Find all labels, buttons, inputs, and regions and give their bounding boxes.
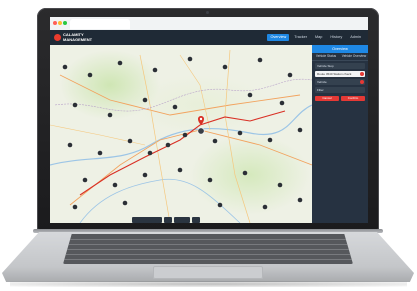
vehicle-marker-icon[interactable] [297,127,303,133]
panel-title: Overview [312,45,368,53]
laptop-lid: CALAMITY MANAGEMENT Overview Tracker Map… [37,8,379,230]
logo-icon [54,34,61,41]
map-view[interactable] [50,45,312,223]
logo-text: CALAMITY MANAGEMENT [63,32,93,42]
panel-row-label: Filter [317,88,324,92]
vehicle-marker-icon[interactable] [247,92,253,98]
nav-item-admin[interactable]: Admin [347,34,364,41]
vehicle-marker-icon[interactable] [207,177,213,183]
vehicle-marker-icon[interactable] [62,64,68,70]
map-layer [50,49,312,223]
panel-row-label: Vehicle [317,80,327,84]
keyboard [63,234,353,264]
tab-vehicle-overview[interactable]: Vehicle Overview [340,53,368,60]
vehicle-marker-icon[interactable] [142,172,148,178]
side-panel: Overview Vehicle Status Vehicle Overview… [312,45,368,223]
vehicle-marker-icon[interactable] [237,130,243,136]
camera [206,11,209,14]
nav-item-map[interactable]: Map [312,34,325,41]
vehicle-marker-icon[interactable] [267,137,273,143]
remove-icon[interactable] [360,80,364,84]
vehicle-marker-icon[interactable] [112,182,118,188]
trackpad [153,266,263,279]
road [224,49,251,223]
vehicle-marker-icon[interactable] [152,67,158,73]
key-row [63,254,353,255]
confirm-button[interactable]: Confirm [341,96,365,101]
panel-row[interactable]: Vehicle [315,79,365,85]
vehicle-marker-icon[interactable] [222,64,228,70]
panel-actions: Cancel Confirm [315,96,365,101]
road [59,74,301,116]
panel-row[interactable]: Vehicle Stop [315,63,365,69]
vehicle-marker-icon[interactable] [277,182,283,188]
vehicle-marker-icon[interactable] [297,197,303,203]
panel-row-label: Vehicle Stop [317,64,334,68]
nav-item-history[interactable]: History [327,34,345,41]
vehicle-marker-icon[interactable] [279,100,285,106]
vehicle-marker-icon[interactable] [287,72,293,78]
vehicle-marker-icon[interactable] [72,204,78,210]
vehicle-marker-icon[interactable] [122,200,128,206]
vehicle-marker-icon[interactable] [142,97,148,103]
cancel-button[interactable]: Cancel [315,96,339,101]
vehicle-marker-icon[interactable] [107,112,113,118]
route-line[interactable] [79,110,286,196]
vehicle-marker-icon[interactable] [97,150,103,156]
zoom-in-button[interactable] [164,217,172,223]
vehicle-marker-icon[interactable] [147,150,153,156]
vehicle-marker-icon[interactable] [177,167,183,173]
vehicle-marker-icon[interactable] [87,72,93,78]
laptop-shadow [10,281,407,287]
active-vehicle-icon[interactable] [197,127,205,135]
zoom-out-button[interactable] [192,217,200,223]
maximize-window-icon[interactable] [63,21,67,25]
road [69,129,312,206]
border-line [54,78,312,112]
panel-row[interactable]: Filter [315,87,365,93]
browser-bar [50,17,368,31]
vehicle-markers [62,56,303,210]
remove-icon[interactable] [360,72,364,76]
app-header: CALAMITY MANAGEMENT Overview Tracker Map… [50,30,368,45]
app-logo[interactable]: CALAMITY MANAGEMENT [54,32,92,42]
vehicle-marker-icon[interactable] [172,104,178,110]
road [179,54,211,131]
vehicle-marker-icon[interactable] [117,60,123,66]
main-nav: Overview Tracker Map History Admin [267,34,364,41]
panel-row-label: Route 4540 Station check [317,72,352,76]
tab-vehicle-status[interactable]: Vehicle Status [312,53,340,60]
vehicle-marker-icon[interactable] [212,138,218,144]
map-search-bar[interactable] [132,217,162,223]
vehicle-marker-icon[interactable] [82,177,88,183]
vehicle-marker-icon[interactable] [67,142,73,148]
minimize-window-icon[interactable] [58,21,62,25]
key-row [63,239,353,240]
vehicle-marker-icon[interactable] [127,138,133,144]
vehicle-marker-icon[interactable] [165,142,171,148]
vehicle-marker-icon[interactable] [242,170,248,176]
browser-tab[interactable] [70,19,130,29]
vehicle-marker-icon[interactable] [262,204,268,210]
key-row [63,259,353,260]
panel-row[interactable]: Route 4540 Station check [315,71,365,77]
key-row [63,244,353,245]
vehicle-marker-icon[interactable] [182,132,188,138]
vehicle-marker-icon[interactable] [257,57,263,63]
nav-item-tracker[interactable]: Tracker [291,34,310,41]
key-row [63,249,353,250]
nav-item-overview[interactable]: Overview [267,34,290,41]
panel-tabs: Vehicle Status Vehicle Overview [312,53,368,61]
vehicle-marker-icon[interactable] [72,102,78,108]
laptop-screen: CALAMITY MANAGEMENT Overview Tracker Map… [50,17,368,223]
close-window-icon[interactable] [53,21,57,25]
map-toolbar [132,217,200,223]
layers-button[interactable] [174,217,190,223]
vehicle-marker-icon[interactable] [217,202,223,208]
vehicle-marker-icon[interactable] [187,56,193,62]
